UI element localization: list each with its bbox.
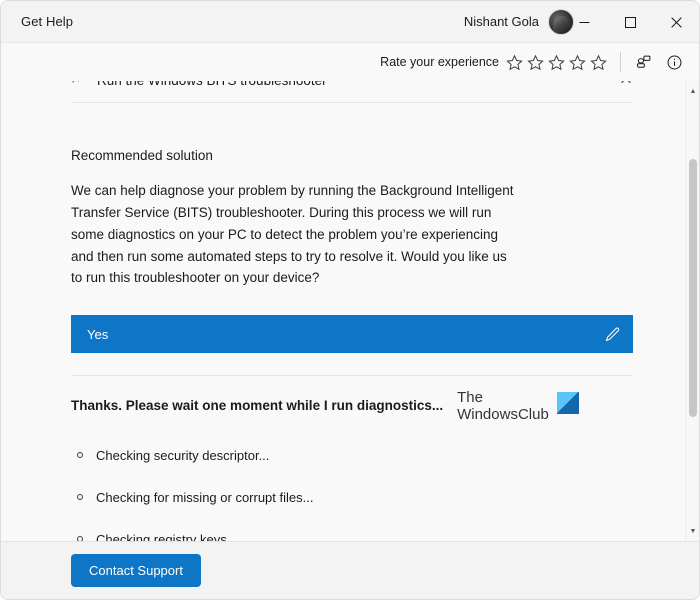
title-bar: Get Help Nishant Gola <box>1 1 699 43</box>
account-name: Nishant Gola <box>463 14 539 29</box>
star-icon[interactable] <box>569 54 586 71</box>
feedback-bubble-icon[interactable] <box>630 49 656 75</box>
star-icon[interactable] <box>590 54 607 71</box>
star-icon[interactable] <box>506 54 523 71</box>
status-text: Thanks. Please wait one moment while I r… <box>71 398 444 414</box>
star-icon[interactable] <box>548 54 565 71</box>
chevron-up-icon[interactable] <box>619 81 633 88</box>
close-button[interactable] <box>653 1 699 43</box>
list-item: Checking security descriptor... <box>71 448 633 463</box>
vertical-scrollbar[interactable]: ▲ ▼ <box>685 81 699 541</box>
scroll-down-arrow[interactable]: ▼ <box>686 523 699 539</box>
accordion-label: Run the Windows BITS troubleshooter <box>97 81 609 88</box>
info-circle-icon[interactable] <box>661 49 687 75</box>
status-row: Thanks. Please wait one moment while I r… <box>71 389 633 424</box>
check-label: Checking for missing or corrupt files... <box>96 489 314 505</box>
answer-yes-bar[interactable]: Yes <box>71 315 633 354</box>
watermark-line1: The <box>457 389 483 407</box>
header-divider <box>620 52 621 72</box>
rate-label: Rate your experience <box>380 55 499 69</box>
watermark-line2: WindowsClub <box>457 406 549 424</box>
star-icon[interactable] <box>527 54 544 71</box>
troubleshoot-icon <box>72 81 79 83</box>
windowsclub-watermark: The WindowsClub <box>457 389 579 424</box>
content-area: Run the Windows BITS troubleshooter Reco… <box>1 81 699 541</box>
list-item: Checking registry keys... <box>71 532 633 541</box>
check-label: Checking security descriptor... <box>96 447 270 463</box>
bullet-icon <box>77 494 83 501</box>
pencil-edit-icon[interactable] <box>604 326 621 343</box>
diagnostics-check-list: Checking security descriptor... Checking… <box>71 448 633 541</box>
check-label: Checking registry keys... <box>96 531 238 541</box>
windowsclub-logo-icon <box>556 392 579 415</box>
scroll-content: Run the Windows BITS troubleshooter Reco… <box>1 81 685 541</box>
account-area[interactable]: Nishant Gola <box>1 1 574 42</box>
scroll-up-arrow[interactable]: ▲ <box>686 83 699 99</box>
bullet-icon <box>77 452 83 459</box>
window-controls <box>561 1 699 43</box>
footer-bar: Contact Support <box>1 541 699 599</box>
contact-support-button[interactable]: Contact Support <box>71 554 201 587</box>
answer-label: Yes <box>87 326 109 342</box>
list-item: Checking for missing or corrupt files... <box>71 490 633 505</box>
maximize-button[interactable] <box>607 1 653 43</box>
minimize-button[interactable] <box>561 1 607 43</box>
accordion-run-bits-troubleshooter[interactable]: Run the Windows BITS troubleshooter <box>71 81 633 103</box>
scrollbar-thumb[interactable] <box>689 159 697 417</box>
rate-experience-bar: Rate your experience <box>1 43 699 81</box>
scroll-viewport: Run the Windows BITS troubleshooter Reco… <box>1 81 685 541</box>
body-text: We can help diagnose your problem by run… <box>71 183 514 286</box>
section-title: Recommended solution <box>71 148 213 163</box>
rating-stars[interactable] <box>506 54 607 71</box>
get-help-window: Get Help Nishant Gola Rate your experien… <box>0 0 700 600</box>
section-divider <box>71 375 633 377</box>
bullet-icon <box>77 536 83 541</box>
